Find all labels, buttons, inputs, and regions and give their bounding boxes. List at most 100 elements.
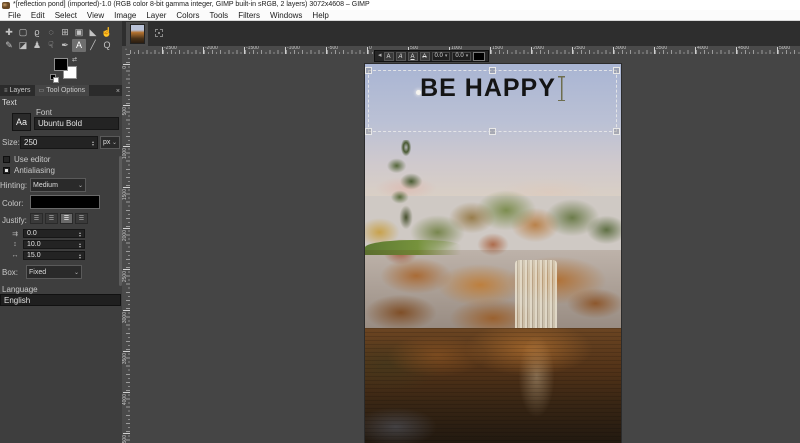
hinting-label: Hinting: [0,181,28,190]
tool-button-crop[interactable]: ⊞ [58,26,72,39]
menu-item-layer[interactable]: Layer [141,10,171,21]
tool-button-paths[interactable]: ✒ [58,39,72,52]
text-style-bold-button[interactable]: A [383,51,394,61]
menu-item-colors[interactable]: Colors [171,10,204,21]
menu-item-edit[interactable]: Edit [26,10,50,21]
justify-right-button[interactable]: ☰ [45,213,58,224]
tool-button-free-select[interactable]: ϱ [30,26,44,39]
tab-layers[interactable]: ≡ Layers [0,85,35,96]
text-box-handle-top-right[interactable] [613,67,620,74]
tool-button-rectangle-select[interactable]: ▢ [16,26,30,39]
text-box-handle-top-left[interactable] [365,67,372,74]
baseline-input[interactable]: 0.0 ▾ [431,51,451,61]
tool-button-clone[interactable]: ♟ [30,39,44,52]
antialiasing-label: Antialiasing [14,166,55,175]
text-style-strikethrough-button[interactable]: A [419,51,430,61]
ruler-tick [123,105,130,106]
swap-colors-icon[interactable]: ⇄ [72,56,77,63]
menu-item-filters[interactable]: Filters [233,10,265,21]
menu-item-view[interactable]: View [82,10,109,21]
text-style-italic-button[interactable]: A [395,51,406,61]
ruler-label: 0 [369,46,372,51]
indent-icon: ⇉ [12,230,18,238]
tool-button-color-picker[interactable]: ╱ [86,39,100,52]
menu-item-windows[interactable]: Windows [265,10,307,21]
letter-spacing-input[interactable]: 15.0 ▴ ▾ [23,251,85,260]
dock-close-button[interactable]: × [116,87,120,96]
letter-spacing-stepper[interactable]: ▴ ▾ [76,252,84,259]
use-editor-checkbox[interactable] [3,156,10,163]
size-input[interactable]: 250 ▴ ▾ [20,136,98,149]
tool-button-fuzzy-select[interactable]: ◌ [44,26,58,39]
baseline-value: 0.0 [434,53,443,59]
menu-item-help[interactable]: Help [307,10,333,21]
font-preview-button[interactable]: Aa [12,113,31,131]
font-label: Font [36,108,53,117]
tool-button-zoom[interactable]: Q [100,39,114,52]
size-stepper[interactable]: ▴ ▾ [89,139,97,146]
indent-input[interactable]: 0.0 ▴ ▾ [23,229,85,238]
tool-buttons: ✚ ▢ ϱ ◌ ⊞ ▣ ◣ ☝ ✎ ◪ ♟ ☟ ✒ A ╱ Q [2,26,120,52]
text-layer-box[interactable]: BE HAPPY [365,67,620,135]
justify-center-button[interactable]: ☰ [60,213,73,224]
indent-stepper[interactable]: ▴ ▾ [76,230,84,237]
window-title: *[reflection pond] (imported)-1.0 (RGB c… [13,1,370,8]
letter-spacing-icon: ↔ [11,252,19,259]
photo-water-reflection [365,328,621,443]
tool-button-blur[interactable]: ☟ [44,39,58,52]
menu-item-image[interactable]: Image [109,10,141,21]
canvas-viewport[interactable]: BE HAPPY [130,54,800,443]
text-box-handle-bottom-left[interactable] [365,128,372,135]
justify-fill-button[interactable]: ☰ [75,213,88,224]
justify-left-button[interactable]: ☰ [30,213,43,224]
text-box-handle-top-middle[interactable] [488,67,496,74]
tool-options-title: Text [2,98,17,107]
spinner-down-icon[interactable]: ▾ [92,142,94,146]
vertical-ruler[interactable]: 0 500 1000 1500 2000 2500 3000 3500 4000 4500 [122,54,130,443]
spinner-down-icon[interactable]: ▾ [79,255,81,259]
ruler-label: 2500 [122,271,128,283]
language-input[interactable]: English [0,294,121,306]
menu-item-file[interactable]: File [3,10,26,21]
font-name-input[interactable]: Ubuntu Bold [34,117,119,130]
tool-button-eraser[interactable]: ◪ [16,39,30,52]
text-style-underline-button[interactable]: A [407,51,418,61]
ruler-label: 1500 [492,46,504,51]
tool-button-transform[interactable]: ▣ [72,26,86,39]
dock-tab-bar: ≡ Layers ▭ Tool Options × [0,85,122,96]
spinner-down-icon[interactable]: ▾ [79,244,81,248]
text-color-swatch[interactable] [30,195,100,209]
hinting-dropdown[interactable]: Medium ⌄ [30,178,86,192]
ruler-corner-button[interactable]: ▫ [122,46,130,54]
image-tab-thumbnail [129,24,145,44]
size-unit-dropdown[interactable]: px ⌄ [100,136,120,149]
tab-drop-area-icon [155,29,163,37]
menu-item-select[interactable]: Select [50,10,82,21]
text-toolbar-color-swatch[interactable] [473,51,486,61]
line-spacing-input[interactable]: 10.0 ▴ ▾ [23,240,85,249]
spinner-down-icon[interactable]: ▾ [79,233,81,237]
tool-button-smudge-hand[interactable]: ☝ [100,26,114,39]
foreground-color-swatch[interactable] [54,58,68,71]
text-box-handle-bottom-right[interactable] [613,128,620,135]
canvas-text[interactable]: BE HAPPY [420,75,556,102]
tool-button-move[interactable]: ✚ [2,26,16,39]
text-box-handle-bottom-middle[interactable] [488,128,496,135]
menu-item-tools[interactable]: Tools [205,10,234,21]
antialiasing-checkbox[interactable] [3,167,10,174]
tool-button-paintbrush[interactable]: ✎ [2,39,16,52]
gimp-window: *[reflection pond] (imported)-1.0 (RGB c… [0,0,800,443]
canvas-image[interactable]: BE HAPPY [364,63,622,443]
ruler-label: 2000 [122,230,128,242]
kerning-input[interactable]: 0.0 ▾ [452,51,472,61]
tool-button-text[interactable]: A [72,39,86,52]
tool-button-gradient[interactable]: ◣ [86,26,100,39]
box-mode-dropdown[interactable]: Fixed ⌄ [26,265,82,279]
reset-colors-icon[interactable] [50,74,59,83]
indent-row: ⇉ 0.0 ▴ ▾ [10,228,114,239]
text-color-label: Color: [2,199,24,208]
toolbar-handle-icon: ◂ [378,52,382,59]
line-spacing-stepper[interactable]: ▴ ▾ [76,241,84,248]
tab-tool-options[interactable]: ▭ Tool Options [34,85,90,96]
image-tab[interactable] [126,22,148,46]
